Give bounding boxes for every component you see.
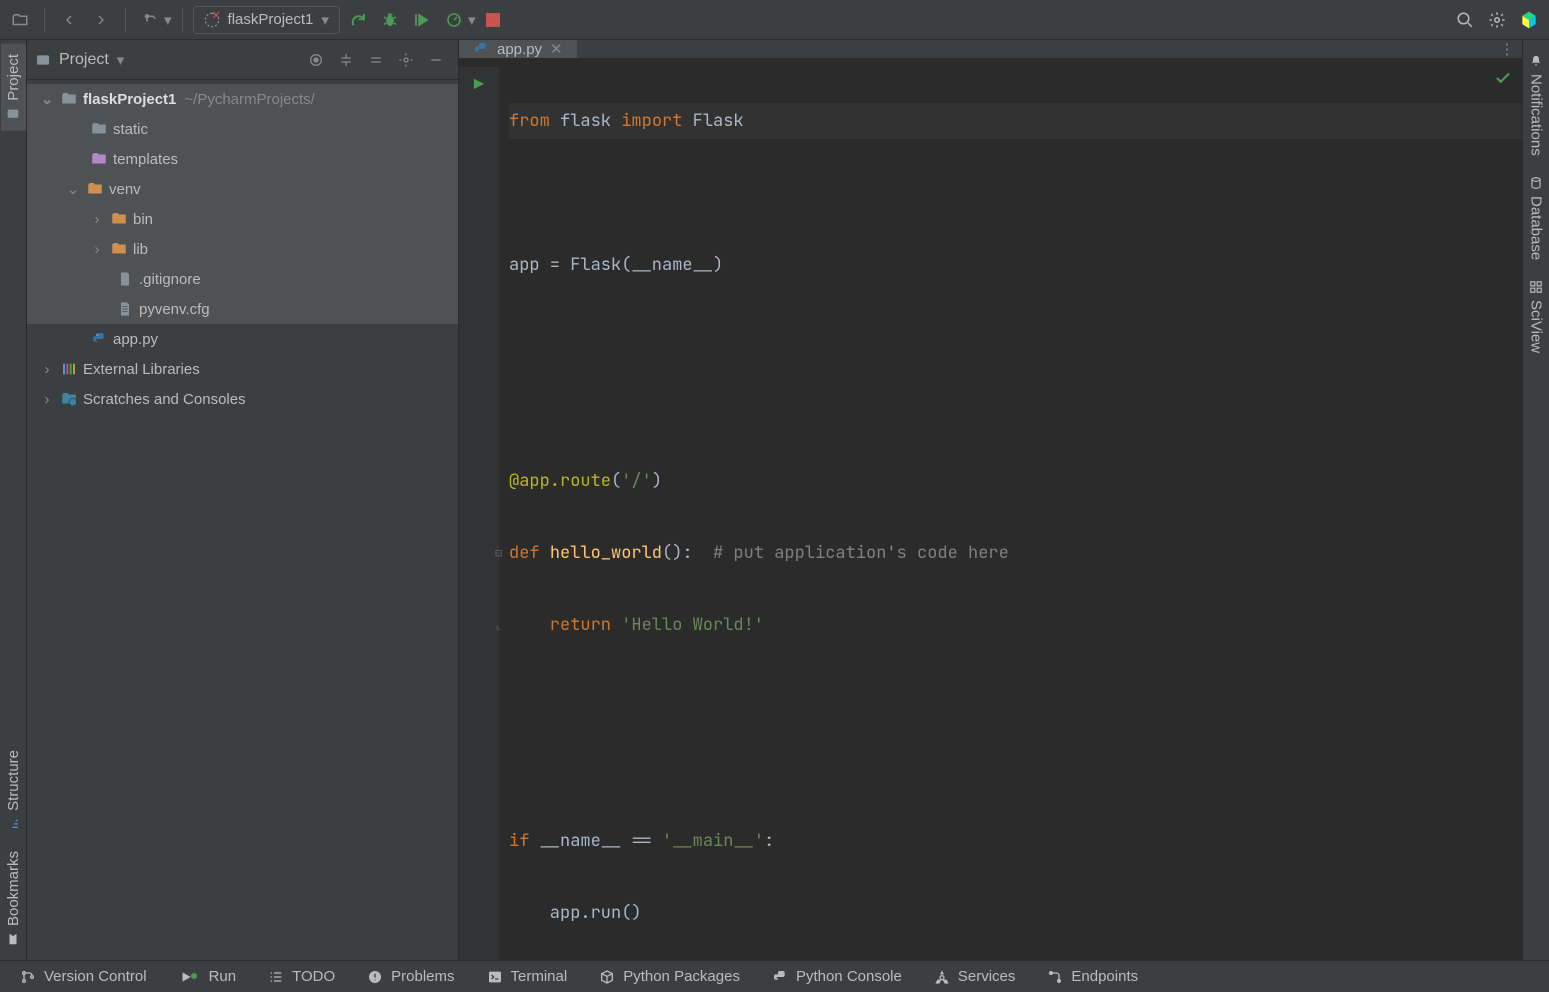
tree-pyvenv-file[interactable]: pyvenv.cfg	[27, 294, 458, 324]
stop-icon[interactable]	[479, 6, 507, 34]
editor-gutter: ▶	[459, 67, 499, 960]
search-icon[interactable]	[1451, 6, 1479, 34]
reload-icon[interactable]	[344, 6, 372, 34]
select-opened-file-icon[interactable]	[302, 46, 330, 74]
run-coverage-icon[interactable]	[408, 6, 436, 34]
main-toolbar: ▾ ✕ flaskProject1 ▾ ▾	[0, 0, 1549, 40]
run-config-selector[interactable]: ✕ flaskProject1 ▾	[193, 6, 340, 34]
project-tool-button[interactable]: Project	[1, 44, 26, 131]
editor-tabs: app.py ✕ ⋮	[459, 40, 1522, 59]
project-panel: Project ▾ ⌄ flaskProject1 ~/PycharmProje…	[27, 40, 459, 960]
back-icon[interactable]	[55, 6, 83, 34]
right-tool-strip: Notifications Database SciView	[1522, 40, 1549, 960]
tab-apppy[interactable]: app.py ✕	[459, 40, 577, 58]
tree-gitignore-file[interactable]: .gitignore	[27, 264, 458, 294]
editor-area: app.py ✕ ⋮ ▶ from flask import Flask app…	[459, 40, 1522, 960]
close-tab-icon[interactable]: ✕	[550, 40, 563, 58]
forward-icon[interactable]	[87, 6, 115, 34]
expand-all-icon[interactable]	[332, 46, 360, 74]
python-packages-button[interactable]: Python Packages	[599, 968, 740, 985]
tree-venv-folder[interactable]: ⌄ venv	[27, 174, 458, 204]
bookmarks-tool-button[interactable]: Bookmarks	[1, 841, 26, 956]
panel-settings-icon[interactable]	[392, 46, 420, 74]
chevron-down-icon[interactable]: ▾	[117, 51, 125, 69]
collapse-all-icon[interactable]	[362, 46, 390, 74]
code-editor[interactable]: ▶ from flask import Flask app = Flask(__…	[459, 59, 1522, 960]
tree-scratches[interactable]: › Scratches and Consoles	[27, 384, 458, 414]
todo-button[interactable]: TODO	[268, 968, 335, 985]
profile-icon[interactable]	[440, 6, 468, 34]
code-content[interactable]: from flask import Flask app = Flask(__na…	[499, 67, 1522, 960]
problems-button[interactable]: Problems	[367, 968, 454, 985]
left-tool-strip: Project Structure Bookmarks	[0, 40, 27, 960]
endpoints-button[interactable]: Endpoints	[1047, 968, 1138, 985]
tree-apppy-file[interactable]: app.py	[27, 324, 458, 354]
notifications-tool-button[interactable]: Notifications	[1524, 44, 1549, 166]
tree-templates-folder[interactable]: templates	[27, 144, 458, 174]
services-button[interactable]: Services	[934, 968, 1016, 985]
terminal-button[interactable]: Terminal	[487, 968, 568, 985]
sciview-tool-button[interactable]: SciView	[1524, 270, 1549, 363]
tree-external-libraries[interactable]: › External Libraries	[27, 354, 458, 384]
run-button[interactable]: Run	[179, 968, 237, 985]
tab-more-icon[interactable]: ⋮	[1492, 40, 1522, 58]
database-tool-button[interactable]: Database	[1524, 166, 1549, 270]
tree-bin-folder[interactable]: › bin	[27, 204, 458, 234]
project-panel-header: Project ▾	[27, 40, 458, 80]
hide-panel-icon[interactable]	[422, 46, 450, 74]
version-control-button[interactable]: Version Control	[20, 968, 147, 985]
debug-icon[interactable]	[376, 6, 404, 34]
vcs-icon[interactable]	[136, 6, 164, 34]
project-tree[interactable]: ⌄ flaskProject1 ~/PycharmProjects/ stati…	[27, 80, 458, 960]
python-console-button[interactable]: Python Console	[772, 968, 902, 985]
structure-tool-button[interactable]: Structure	[1, 740, 26, 841]
run-config-name: flaskProject1	[228, 11, 314, 28]
ide-logo-icon[interactable]	[1515, 6, 1543, 34]
inspection-ok-icon[interactable]	[1494, 69, 1512, 87]
tree-root[interactable]: ⌄ flaskProject1 ~/PycharmProjects/	[27, 84, 458, 114]
open-icon[interactable]	[6, 6, 34, 34]
tree-lib-folder[interactable]: › lib	[27, 234, 458, 264]
bottom-tool-bar: Version Control Run TODO Problems Termin…	[0, 960, 1549, 992]
project-panel-title: Project	[59, 51, 109, 69]
settings-icon[interactable]	[1483, 6, 1511, 34]
tree-static-folder[interactable]: static	[27, 114, 458, 144]
